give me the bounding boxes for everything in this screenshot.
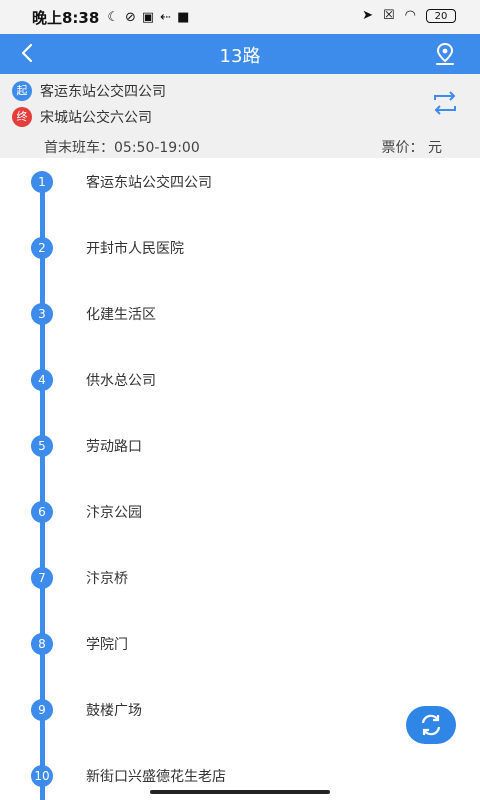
list-item[interactable]: 6 汴京公园 (0, 501, 480, 531)
stop-name: 化建生活区 (86, 307, 156, 323)
message-icon: ■ (177, 9, 190, 25)
list-item[interactable]: 2 开封市人民医院 (0, 237, 480, 267)
list-item[interactable]: 5 劳动路口 (0, 435, 480, 465)
end-stop-row: 终 宋城站公交六公司 (12, 107, 152, 127)
list-item[interactable]: 4 供水总公司 (0, 369, 480, 399)
gesture-bar[interactable] (150, 790, 330, 794)
list-item[interactable]: 8 学院门 (0, 633, 480, 663)
stop-number: 9 (31, 699, 53, 721)
status-time: 晚上8:38 (32, 8, 100, 27)
stop-number: 1 (31, 171, 53, 193)
stop-name: 新街口兴盛德花生老店 (86, 769, 226, 785)
stop-name: 学院门 (86, 637, 128, 653)
start-stop-name: 客运东站公交四公司 (40, 84, 166, 100)
battery-level: 20 (434, 10, 448, 22)
price-text: 票价： 元 (381, 140, 442, 156)
route-info-panel: 起 客运东站公交四公司 终 宋城站公交六公司 首末班车：05:50-19:00 … (0, 74, 480, 158)
start-stop-row: 起 客运东站公交四公司 (12, 81, 166, 101)
stop-name: 鼓楼广场 (86, 703, 142, 719)
list-item[interactable]: 3 化建生活区 (0, 303, 480, 333)
stop-number: 2 (31, 237, 53, 259)
battery-icon: 20 (426, 8, 456, 23)
stop-number: 10 (31, 765, 53, 787)
stop-name: 客运东站公交四公司 (86, 175, 212, 191)
refresh-icon (421, 714, 441, 736)
moon-icon: ☾ (107, 9, 119, 25)
end-stop-name: 宋城站公交六公司 (40, 110, 152, 126)
status-left-icons: ☾ ⊘ ▣ ⇠ ■ (107, 10, 189, 25)
stop-number: 5 (31, 435, 53, 457)
stop-number: 4 (31, 369, 53, 391)
schedule-text: 首末班车：05:50-19:00 (44, 140, 200, 156)
stop-number: 7 (31, 567, 53, 589)
location-pin-icon[interactable] (432, 41, 458, 67)
app-icon: ▣ (141, 9, 155, 25)
stop-number: 3 (31, 303, 53, 325)
stop-number: 6 (31, 501, 53, 523)
sim-off-icon: ☒ (383, 8, 395, 23)
list-item[interactable]: 7 汴京桥 (0, 567, 480, 597)
status-right-icons: ➤ ☒ ◠ 20 (362, 8, 456, 23)
stop-name: 供水总公司 (86, 373, 156, 389)
title-bar: 13路 (0, 34, 480, 74)
usb-icon: ⇠ (160, 9, 172, 25)
page-title: 13路 (219, 46, 261, 67)
list-item[interactable]: 1 客运东站公交四公司 (0, 171, 480, 201)
stop-name: 汴京公园 (86, 505, 142, 521)
location-arrow-icon: ➤ (362, 8, 373, 23)
stop-name: 开封市人民医院 (86, 241, 184, 257)
end-badge: 终 (12, 107, 32, 127)
notification-off-icon: ⊘ (124, 9, 136, 25)
stop-list: 1 客运东站公交四公司 2 开封市人民医院 3 化建生活区 4 供水总公司 5 … (0, 158, 480, 800)
wifi-icon: ◠ (404, 8, 416, 23)
stop-name: 汴京桥 (86, 571, 128, 587)
stop-name: 劳动路口 (86, 439, 142, 455)
swap-direction-icon[interactable] (430, 88, 460, 118)
status-bar: 晚上8:38 ☾ ⊘ ▣ ⇠ ■ ➤ ☒ ◠ 20 (0, 0, 480, 34)
stop-number: 8 (31, 633, 53, 655)
start-badge: 起 (12, 81, 32, 101)
refresh-button[interactable] (406, 706, 456, 744)
